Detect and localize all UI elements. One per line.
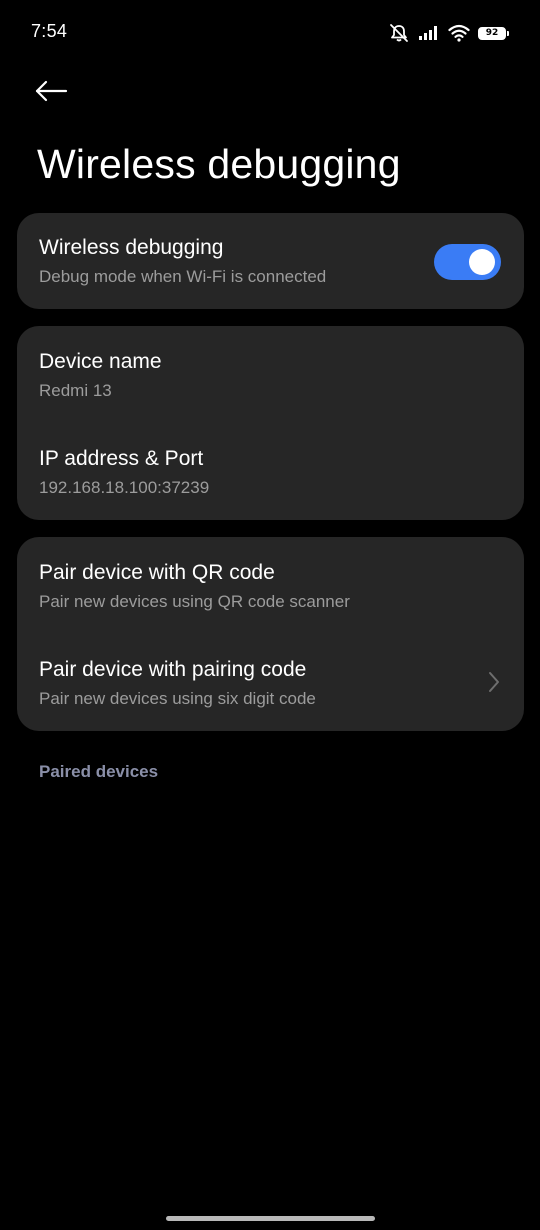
back-button[interactable] [34, 74, 74, 108]
wireless-debugging-row[interactable]: Wireless debugging Debug mode when Wi-Fi… [17, 213, 524, 309]
ip-address-value: 192.168.18.100:37239 [39, 478, 210, 497]
battery-level: 92 [485, 28, 499, 38]
device-name-row[interactable]: Device name Redmi 13 [17, 326, 524, 423]
mute-icon [388, 23, 410, 43]
device-name-label: Device name [39, 350, 162, 373]
toggle-knob [469, 249, 495, 275]
paired-devices-header: Paired devices [39, 762, 159, 781]
ip-address-row[interactable]: IP address & Port 192.168.18.100:37239 [17, 423, 524, 520]
wireless-debugging-card: Wireless debugging Debug mode when Wi-Fi… [17, 213, 524, 309]
device-name-value: Redmi 13 [39, 381, 112, 400]
pair-code-subtitle: Pair new devices using six digit code [39, 689, 316, 708]
pair-code-title: Pair device with pairing code [39, 658, 307, 681]
status-bar: 7:54 92 [0, 0, 540, 64]
wireless-debugging-subtitle: Debug mode when Wi-Fi is connected [39, 267, 327, 286]
ip-address-label: IP address & Port [39, 447, 204, 470]
page-title: Wireless debugging [37, 141, 401, 187]
arrow-left-icon [35, 80, 68, 102]
status-icons: 92 [388, 22, 510, 44]
wifi-icon [448, 24, 470, 42]
pair-qr-subtitle: Pair new devices using QR code scanner [39, 592, 350, 611]
pair-qr-row[interactable]: Pair device with QR code Pair new device… [17, 537, 524, 634]
chevron-right-icon [489, 672, 499, 692]
pair-qr-title: Pair device with QR code [39, 561, 275, 584]
device-info-card: Device name Redmi 13 IP address & Port 1… [17, 326, 524, 520]
home-indicator[interactable] [166, 1216, 375, 1221]
wireless-debugging-toggle[interactable] [434, 244, 501, 280]
pair-code-row[interactable]: Pair device with pairing code Pair new d… [17, 634, 524, 731]
status-time: 7:54 [31, 21, 68, 41]
wireless-debugging-title: Wireless debugging [39, 236, 224, 259]
battery-icon: 92 [478, 26, 510, 41]
signal-icon [418, 25, 440, 41]
pairing-card: Pair device with QR code Pair new device… [17, 537, 524, 731]
